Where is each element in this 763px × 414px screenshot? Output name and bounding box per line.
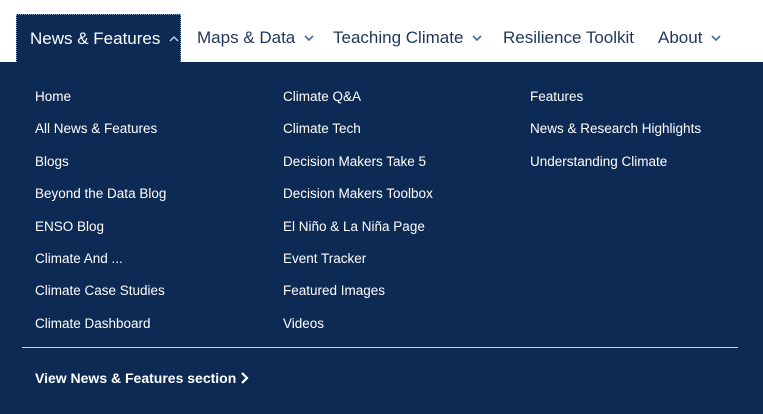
view-section-label: View News & Features section [35,370,237,386]
chevron-down-icon [471,32,483,44]
view-section-link[interactable]: View News & Features section [35,370,250,386]
menu-link[interactable]: ENSO Blog [35,217,166,249]
menu-link[interactable]: Features [530,87,701,119]
menu-link[interactable]: Featured Images [283,281,433,313]
menu-link[interactable]: Home [35,87,166,119]
nav-item-maps-data[interactable]: Maps & Data [197,14,315,62]
menu-link[interactable]: Decision Makers Take 5 [283,152,433,184]
nav-item-label: Teaching Climate [333,28,464,47]
main-navigation: News & Features Maps & Data Teaching Cli… [0,0,763,62]
menu-link[interactable]: Videos [283,314,433,346]
nav-item-label: About [658,28,703,47]
menu-link[interactable]: Event Tracker [283,249,433,281]
chevron-right-icon [241,372,249,384]
menu-link[interactable]: Blogs [35,152,166,184]
chevron-down-icon [303,32,315,44]
nav-item-news-features[interactable]: News & Features [16,14,181,62]
mega-menu-panel: Home All News & Features Blogs Beyond th… [0,62,763,414]
chevron-up-icon [168,33,180,45]
nav-item-label: Maps & Data [197,28,296,47]
menu-link[interactable]: Climate And ... [35,249,166,281]
nav-item-label: News & Features [30,28,161,48]
menu-column-1: Home All News & Features Blogs Beyond th… [35,87,166,346]
menu-link[interactable]: Decision Makers Toolbox [283,184,433,216]
nav-item-teaching-climate[interactable]: Teaching Climate [333,14,483,62]
menu-link[interactable]: Climate Case Studies [35,281,166,313]
nav-item-label: Resilience Toolkit [503,28,635,47]
menu-column-3: Features News & Research Highlights Unde… [530,87,701,184]
menu-link[interactable]: Beyond the Data Blog [35,184,166,216]
menu-link[interactable]: El Niño & La Niña Page [283,217,433,249]
menu-link[interactable]: Understanding Climate [530,152,701,184]
menu-link[interactable]: Climate Tech [283,119,433,151]
menu-link[interactable]: News & Research Highlights [530,119,701,151]
menu-divider [22,347,738,348]
menu-link[interactable]: All News & Features [35,119,166,151]
menu-link[interactable]: Climate Dashboard [35,314,166,346]
nav-item-resilience-toolkit[interactable]: Resilience Toolkit [503,14,634,62]
chevron-down-icon [710,32,722,44]
nav-item-about[interactable]: About [658,14,722,62]
menu-column-2: Climate Q&A Climate Tech Decision Makers… [283,87,433,346]
menu-link[interactable]: Climate Q&A [283,87,433,119]
